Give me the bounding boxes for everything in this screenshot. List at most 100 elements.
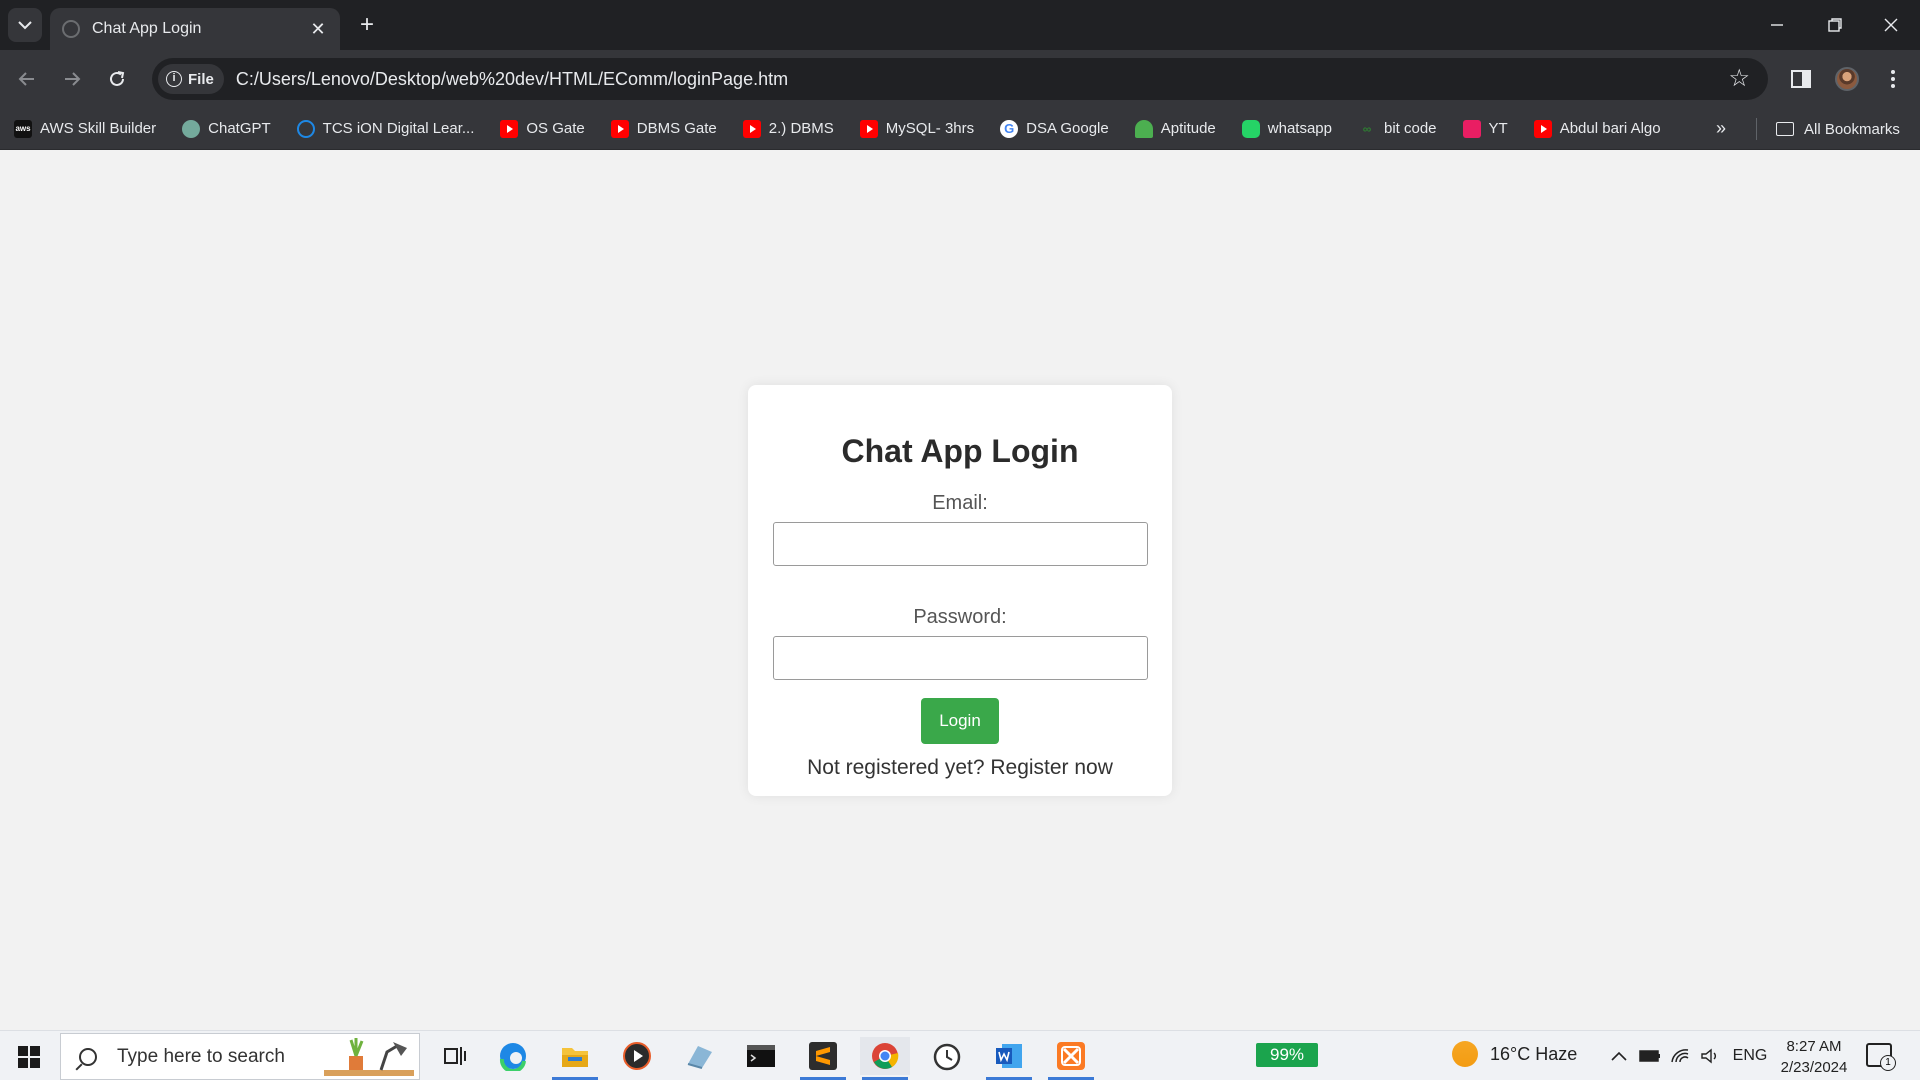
browser-tab-bar: Chat App Login ✕ + (0, 0, 1920, 50)
register-link[interactable]: Not registered yet? Register now (748, 756, 1172, 780)
aptitude-icon (1134, 119, 1153, 138)
bookmark-aptitude[interactable]: Aptitude (1134, 119, 1216, 138)
battery-tray-button[interactable] (1638, 1043, 1662, 1069)
reload-icon (110, 71, 125, 86)
youtube-icon (610, 119, 629, 138)
folder-icon (1776, 122, 1794, 136)
avatar (1835, 67, 1859, 91)
bookmark-label: Abdul bari Algo (1559, 120, 1661, 137)
menu-button[interactable] (1876, 62, 1910, 96)
address-bar[interactable]: i File C:/Users/Lenovo/Desktop/web%20dev… (152, 58, 1768, 100)
taskbar-chrome[interactable] (860, 1037, 910, 1080)
taskbar-file-explorer[interactable] (550, 1037, 600, 1080)
site-info-button[interactable]: i File (158, 64, 224, 94)
bookmark-dbms-gate[interactable]: DBMS Gate (610, 119, 717, 138)
bookmark-whatsapp[interactable]: whatsapp (1241, 119, 1332, 138)
bookmark-yt[interactable]: YT (1462, 119, 1508, 138)
folder-icon (562, 1048, 588, 1067)
whatsapp-icon (1241, 119, 1260, 138)
side-panel-button[interactable] (1784, 62, 1818, 96)
taskbar-search-box[interactable]: Type here to search (60, 1033, 420, 1080)
bookmark-chatgpt[interactable]: ChatGPT (182, 119, 271, 138)
restore-icon (1828, 18, 1842, 32)
task-view-button[interactable] (430, 1037, 480, 1075)
bookmark-label: YT (1488, 120, 1508, 137)
back-button[interactable] (10, 62, 44, 96)
weather-text: 16°C Haze (1490, 1043, 1578, 1064)
password-label: Password: (913, 606, 1007, 628)
language-indicator[interactable]: ENG (1730, 1043, 1770, 1069)
search-placeholder: Type here to search (117, 1045, 285, 1067)
notification-count-badge: 1 (1880, 1055, 1896, 1071)
page-title: Chat App Login (841, 433, 1079, 469)
bookmark-mysql[interactable]: MySQL- 3hrs (859, 119, 974, 138)
tab-title: Chat App Login (92, 20, 202, 37)
bookmark-dbms[interactable]: 2.) DBMS (742, 119, 834, 138)
bookmark-label: bit code (1383, 120, 1437, 137)
bookmark-bit-code[interactable]: ∞ bit code (1358, 120, 1437, 138)
browser-toolbar: i File C:/Users/Lenovo/Desktop/web%20dev… (0, 50, 1920, 108)
bookmark-os-gate[interactable]: OS Gate (500, 119, 585, 138)
chevron-up-icon (1611, 1051, 1627, 1061)
weather-widget[interactable]: 16°C Haze (1452, 1041, 1577, 1067)
show-hidden-icons-button[interactable] (1608, 1043, 1630, 1069)
email-field[interactable] (772, 522, 1148, 566)
windows-start-icon[interactable] (18, 1046, 40, 1068)
taskbar-clock-app[interactable] (922, 1037, 972, 1075)
bookmark-abdul-bari-algo[interactable]: Abdul bari Algo (1533, 119, 1661, 138)
youtube-icon (1533, 119, 1552, 138)
taskbar-terminal[interactable] (736, 1037, 786, 1075)
bookmark-dsa-google[interactable]: G DSA Google (1000, 119, 1109, 138)
new-tab-button[interactable]: + (352, 10, 382, 40)
tab-search-button[interactable] (8, 8, 42, 42)
reload-button[interactable] (100, 62, 134, 96)
browser-tab-active[interactable]: Chat App Login ✕ (50, 8, 340, 50)
tab-close-icon[interactable]: ✕ (308, 19, 328, 40)
windows-taskbar: Type here to search 99% 16°C Haze ENG 8:… (0, 1030, 1920, 1080)
taskbar-sublime-text[interactable] (798, 1037, 848, 1080)
terminal-icon (747, 1045, 775, 1067)
login-button[interactable]: Login (921, 698, 999, 744)
youtube-icon (500, 119, 519, 138)
volume-tray-button[interactable] (1698, 1043, 1722, 1069)
minimize-button[interactable] (1748, 0, 1806, 50)
arrow-left-icon (18, 72, 34, 86)
bookmark-label: Aptitude (1160, 120, 1216, 137)
bookmark-tcs-ion[interactable]: TCS iON Digital Lear... (296, 119, 474, 138)
chrome-icon (872, 1043, 899, 1069)
network-tray-button[interactable] (1668, 1043, 1692, 1069)
sublime-text-icon (809, 1042, 837, 1070)
bookmark-label: 2.) DBMS (768, 120, 834, 137)
word-icon (996, 1044, 1022, 1068)
play-icon (623, 1042, 651, 1070)
taskbar-media-player[interactable] (612, 1037, 662, 1075)
profile-button[interactable] (1830, 62, 1864, 96)
close-window-button[interactable] (1862, 0, 1920, 50)
taskbar-edge[interactable] (488, 1037, 538, 1075)
notification-center-icon[interactable]: 1 (1866, 1043, 1896, 1071)
task-view-icon (444, 1047, 466, 1065)
bookmark-label: DBMS Gate (636, 120, 717, 137)
password-field[interactable] (772, 636, 1148, 680)
taskbar-notes-app[interactable] (674, 1037, 724, 1075)
bitcode-icon: ∞ (1362, 121, 1372, 136)
all-bookmarks-label: All Bookmarks (1804, 120, 1900, 138)
more-bookmarks-chevron-icon[interactable]: » (1716, 118, 1726, 139)
bookmark-star-icon[interactable]: ☆ (1728, 66, 1750, 92)
bookmark-aws-skill-builder[interactable]: aws AWS Skill Builder (14, 119, 156, 138)
bookmarks-divider (1756, 118, 1757, 140)
taskbar-word[interactable] (984, 1037, 1034, 1080)
forward-button[interactable] (55, 62, 89, 96)
close-icon (1884, 18, 1898, 32)
tcs-icon (296, 119, 315, 138)
youtube-icon (742, 119, 761, 138)
all-bookmarks-button[interactable]: All Bookmarks (1776, 108, 1900, 150)
url-text[interactable]: C:/Users/Lenovo/Desktop/web%20dev/HTML/E… (236, 69, 788, 90)
file-chip-label: File (188, 70, 214, 88)
taskbar-clock[interactable]: 8:27 AM 2/23/2024 (1776, 1036, 1852, 1078)
taskbar-xampp[interactable] (1046, 1037, 1096, 1080)
chevron-down-icon (18, 21, 32, 30)
restore-button[interactable] (1806, 0, 1864, 50)
arrow-right-icon (65, 72, 81, 86)
bookmark-label: ChatGPT (208, 120, 271, 137)
